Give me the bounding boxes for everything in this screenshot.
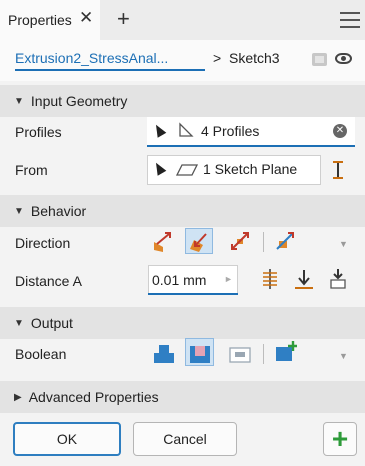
boolean-new-solid-icon[interactable] bbox=[275, 340, 297, 362]
section-title: Input Geometry bbox=[30, 93, 128, 109]
expand-triangle-icon: ▶ bbox=[14, 391, 22, 403]
section-title: Output bbox=[30, 315, 73, 331]
plus-icon: + bbox=[331, 423, 349, 454]
from-label: From bbox=[15, 162, 48, 178]
apply-button[interactable]: + bbox=[323, 422, 357, 456]
collapse-triangle-icon: ▼ bbox=[14, 205, 24, 217]
breadcrumb-current: Sketch3 bbox=[229, 50, 280, 66]
profiles-value: 4 Profiles bbox=[201, 123, 260, 139]
sketch-plane-icon bbox=[176, 164, 198, 176]
collapse-triangle-icon: ▼ bbox=[14, 317, 24, 329]
boolean-label: Boolean bbox=[15, 346, 67, 362]
collapse-triangle-icon: ▼ bbox=[14, 95, 24, 107]
direction-label: Direction bbox=[15, 235, 71, 251]
breadcrumb-separator: > bbox=[213, 50, 222, 66]
distance-midplane-icon[interactable] bbox=[259, 268, 281, 290]
profile-shape-icon bbox=[179, 122, 194, 137]
separator bbox=[263, 344, 264, 364]
distance-menu-arrow-icon[interactable]: ► bbox=[224, 274, 233, 284]
distance-focus-underline bbox=[148, 293, 238, 295]
eye-icon[interactable] bbox=[335, 53, 352, 64]
direction-dropdown-arrow-icon[interactable]: ▼ bbox=[339, 239, 348, 249]
separator bbox=[263, 232, 264, 252]
boolean-dropdown-arrow-icon[interactable]: ▼ bbox=[339, 351, 348, 361]
boolean-cut-icon bbox=[190, 346, 210, 363]
ok-button-label: OK bbox=[56, 431, 78, 447]
tab-title: Properties bbox=[8, 12, 72, 28]
add-tab-icon[interactable]: + bbox=[117, 6, 130, 32]
box-icon[interactable] bbox=[312, 53, 327, 66]
section-input-geometry[interactable]: ▼ Input Geometry bbox=[0, 85, 365, 117]
close-icon[interactable]: ✕ bbox=[79, 8, 93, 28]
breadcrumb-parent-link[interactable]: Extrusion2_StressAnal... bbox=[15, 50, 168, 66]
profiles-label: Profiles bbox=[15, 124, 62, 140]
tab-properties[interactable]: Properties ✕ bbox=[0, 0, 100, 40]
direction-default-icon[interactable] bbox=[151, 230, 173, 252]
distance-down-arrow-icon[interactable] bbox=[293, 268, 315, 290]
ok-button[interactable]: OK bbox=[13, 422, 121, 456]
flip-direction-icon[interactable] bbox=[332, 160, 344, 180]
distance-a-value: 0.01 mm bbox=[152, 272, 207, 288]
distance-to-object-icon[interactable] bbox=[327, 268, 349, 290]
cancel-button[interactable]: Cancel bbox=[133, 422, 237, 456]
menu-icon[interactable] bbox=[340, 12, 360, 33]
direction-asymmetric-icon[interactable] bbox=[274, 230, 296, 252]
cancel-button-label: Cancel bbox=[163, 431, 207, 447]
from-value: 1 Sketch Plane bbox=[203, 161, 298, 177]
direction-flipped-icon bbox=[190, 233, 207, 252]
section-advanced-properties[interactable]: ▶ Advanced Properties bbox=[0, 381, 365, 413]
section-output[interactable]: ▼ Output bbox=[0, 307, 365, 339]
section-title: Behavior bbox=[30, 203, 87, 219]
boolean-intersect-icon[interactable] bbox=[229, 342, 251, 364]
clear-icon[interactable]: ✕ bbox=[333, 124, 347, 138]
section-title: Advanced Properties bbox=[28, 389, 159, 405]
profiles-focus-underline bbox=[147, 145, 355, 147]
section-behavior[interactable]: ▼ Behavior bbox=[0, 195, 365, 227]
boolean-join-icon[interactable] bbox=[153, 342, 175, 364]
tab-bar: Properties ✕ + bbox=[0, 0, 365, 40]
distance-a-label: Distance A bbox=[15, 273, 82, 289]
breadcrumb-underline bbox=[15, 69, 205, 71]
direction-symmetric-icon[interactable] bbox=[229, 230, 251, 252]
